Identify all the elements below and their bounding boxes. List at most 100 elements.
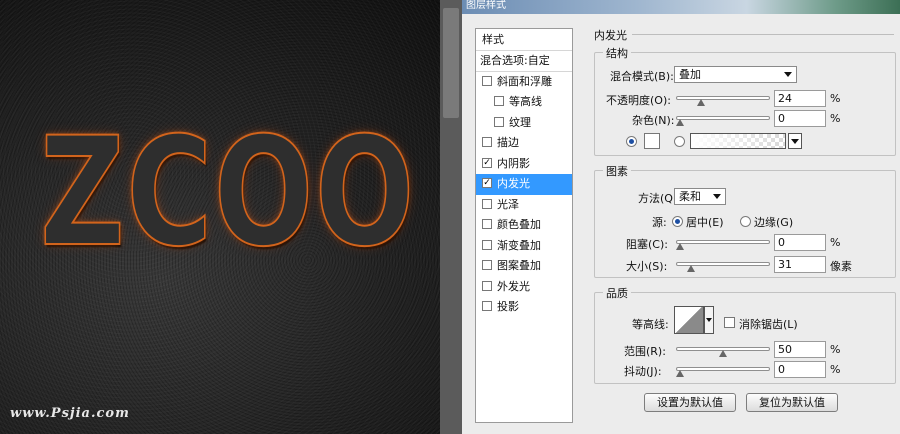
style-item[interactable]: ✓ 内阴影 [476, 154, 572, 175]
contour-preview[interactable] [674, 306, 704, 334]
opacity-slider-thumb[interactable] [696, 99, 705, 106]
choke-slider-track[interactable] [676, 240, 770, 244]
style-item[interactable]: 图案叠加 [476, 256, 572, 277]
source-center-label[interactable]: 居中(E) [686, 214, 724, 230]
quality-group-label: 品质 [603, 285, 631, 301]
range-label: 范围(R): [624, 345, 666, 358]
opacity-slider-track[interactable] [676, 96, 770, 100]
size-unit: 像素 [830, 260, 852, 273]
style-item[interactable]: 颜色叠加 [476, 215, 572, 236]
style-item-checkbox[interactable] [494, 96, 504, 106]
style-item[interactable]: ✓ 内发光 [476, 174, 572, 195]
style-item[interactable]: 投影 [476, 297, 572, 318]
noise-slider-thumb[interactable] [676, 119, 684, 126]
opacity-input[interactable]: 24 [774, 90, 826, 107]
style-item-checkbox[interactable]: ✓ [482, 178, 492, 188]
style-list: 样式 混合选项:自定 斜面和浮雕等高线纹理描边 ✓ 内阴影 ✓ 内发光光泽颜色叠加渐变叠… [475, 28, 573, 423]
style-item-label: 光泽 [497, 197, 519, 211]
style-list-header[interactable]: 样式 [476, 29, 572, 51]
style-item[interactable]: 渐变叠加 [476, 236, 572, 257]
layer-style-dialog: 图层样式 样式 混合选项:自定 斜面和浮雕 等高线 纹理 描边 ✓ 内阴影 ✓ 内发光 光泽 颜色… [462, 0, 900, 434]
jitter-unit: % [830, 363, 841, 376]
style-item-label: 等高线 [509, 95, 542, 108]
color-mode-radio[interactable] [626, 136, 637, 147]
reset-default-button[interactable]: 复位为默认值 [746, 393, 838, 412]
jitter-label: 抖动(J): [624, 365, 662, 378]
elements-group-label: 图素 [603, 163, 631, 179]
size-input[interactable]: 31 [774, 256, 826, 273]
dialog-titlebar[interactable]: 图层样式 [462, 0, 900, 14]
blend-mode-select[interactable]: 叠加 [674, 66, 797, 83]
panel-title: 内发光 [594, 29, 627, 42]
gradient-dropdown-button[interactable] [788, 133, 802, 149]
contour-label: 等高线: [632, 318, 669, 331]
style-item-checkbox[interactable]: ✓ [482, 157, 492, 168]
style-item[interactable]: 纹理 [476, 113, 572, 134]
scrollbar-thumb[interactable] [443, 8, 459, 118]
panel-title-divider [632, 34, 894, 35]
style-item-checkbox[interactable] [482, 219, 492, 229]
style-item-label: 外发光 [497, 279, 530, 293]
style-item-checkbox[interactable] [482, 301, 492, 311]
source-edge-radio[interactable] [740, 216, 751, 227]
style-item-checkbox[interactable] [482, 137, 492, 147]
noise-input[interactable]: 0 [774, 110, 826, 127]
style-item-checkbox[interactable] [482, 198, 492, 209]
contour-dropdown-button[interactable] [704, 306, 714, 334]
chevron-down-icon [713, 194, 721, 199]
source-label: 源: [652, 216, 667, 229]
gradient-picker[interactable] [690, 133, 786, 149]
style-item-checkbox[interactable] [494, 116, 504, 127]
chevron-down-icon [791, 139, 799, 144]
style-item[interactable]: 斜面和浮雕 [476, 72, 572, 93]
style-item[interactable]: 描边 [476, 133, 572, 154]
jitter-slider-track[interactable] [676, 367, 770, 371]
choke-label: 阻塞(C): [626, 238, 668, 251]
choke-slider-thumb[interactable] [676, 243, 684, 250]
blend-mode-label: 混合模式(B): [610, 70, 674, 83]
range-slider-thumb[interactable] [719, 350, 727, 357]
style-item[interactable]: 光泽 [476, 195, 572, 216]
style-items: 斜面和浮雕等高线纹理描边 ✓ 内阴影 ✓ 内发光光泽颜色叠加渐变叠加图案叠加外发光投影 [476, 72, 572, 318]
choke-input[interactable]: 0 [774, 234, 826, 251]
style-item-label: 描边 [497, 136, 519, 149]
size-label: 大小(S): [626, 260, 668, 273]
jitter-input[interactable]: 0 [774, 361, 826, 378]
style-item[interactable]: 等高线 [476, 92, 572, 113]
style-item-label: 内阴影 [497, 156, 530, 170]
style-item-label: 纹理 [509, 115, 531, 129]
antialias-checkbox[interactable] [724, 317, 735, 328]
structure-group-label: 结构 [603, 45, 631, 61]
choke-unit: % [830, 236, 841, 249]
panel-divider [440, 0, 462, 434]
blend-options-item[interactable]: 混合选项:自定 [476, 51, 572, 72]
method-value: 柔和 [679, 190, 701, 203]
opacity-unit: % [830, 92, 841, 105]
style-item[interactable]: 外发光 [476, 277, 572, 298]
glow-color-swatch[interactable] [644, 133, 660, 149]
chevron-down-icon [706, 318, 712, 322]
style-item-checkbox[interactable] [482, 260, 492, 270]
document-canvas: ZCOO www.Psjia.com [0, 0, 440, 434]
style-item-label: 颜色叠加 [497, 218, 541, 231]
make-default-button[interactable]: 设置为默认值 [644, 393, 736, 412]
source-center-radio[interactable] [672, 216, 683, 227]
style-item-label: 斜面和浮雕 [497, 74, 552, 88]
source-edge-label[interactable]: 边缘(G) [754, 214, 793, 230]
style-item-label: 渐变叠加 [497, 238, 541, 252]
antialias-label[interactable]: 消除锯齿(L) [739, 316, 798, 332]
canvas-art-text: ZCOO [39, 106, 416, 280]
jitter-slider-thumb[interactable] [676, 370, 684, 377]
dialog-title: 图层样式 [466, 0, 506, 11]
size-slider-thumb[interactable] [686, 265, 695, 272]
style-item-checkbox[interactable] [482, 280, 492, 291]
method-select[interactable]: 柔和 [674, 188, 726, 205]
style-item-checkbox[interactable] [482, 239, 492, 250]
style-item-checkbox[interactable] [482, 75, 492, 86]
opacity-label: 不透明度(O): [606, 94, 671, 107]
gradient-mode-radio[interactable] [674, 136, 685, 147]
noise-slider-track[interactable] [676, 116, 770, 120]
watermark-text: www.Psjia.com [10, 406, 130, 421]
chevron-down-icon [784, 72, 792, 77]
range-input[interactable]: 50 [774, 341, 826, 358]
